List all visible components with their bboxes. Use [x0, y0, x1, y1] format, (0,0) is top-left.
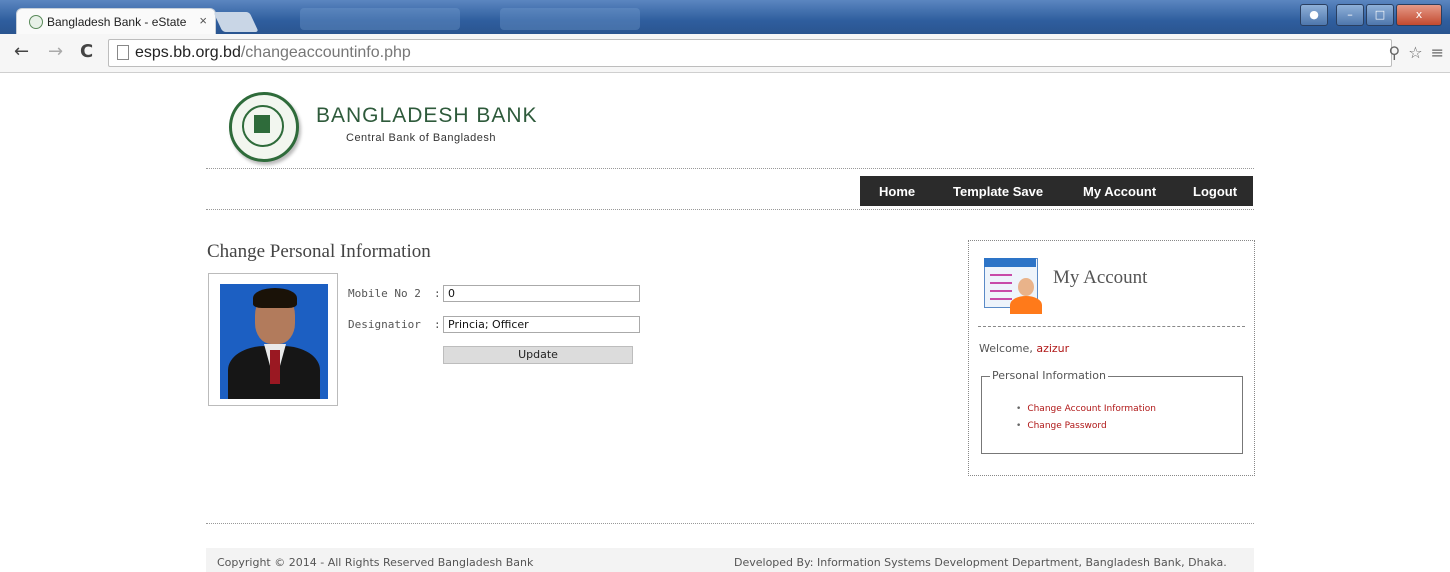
main-navigation: Home Template Save My Account Logout — [860, 176, 1253, 206]
change-password-link[interactable]: • Change Password — [1016, 421, 1107, 431]
minimize-button[interactable]: – — [1336, 4, 1364, 26]
nav-template-save[interactable]: Template Save — [953, 184, 1043, 199]
mobile-input[interactable] — [443, 285, 640, 302]
address-bar[interactable]: esps.bb.org.bd/changeaccountinfo.php — [108, 39, 1392, 67]
designation-input[interactable] — [443, 316, 640, 333]
tab-title: Bangladesh Bank - eState — [47, 15, 187, 29]
bank-favicon-icon — [29, 15, 43, 29]
bank-tagline: Central Bank of Bangladesh — [346, 132, 496, 144]
user-profile-icon[interactable]: ● — [1300, 4, 1328, 26]
window-controls: ● – □ x — [1300, 4, 1442, 26]
title-bar-decoration — [500, 8, 640, 30]
reload-icon[interactable]: C — [80, 42, 93, 62]
account-card-icon — [984, 258, 1042, 314]
bank-logo-icon[interactable] — [229, 92, 299, 162]
personal-info-legend: Personal Information — [990, 369, 1108, 382]
new-tab-button[interactable] — [213, 12, 259, 32]
tab-close-icon[interactable]: × — [199, 13, 207, 28]
mobile-colon: : — [434, 287, 441, 300]
copyright-text: Copyright © 2014 - All Rights Reserved B… — [217, 556, 534, 569]
nav-my-account[interactable]: My Account — [1083, 184, 1156, 199]
bookmark-star-icon[interactable]: ☆ — [1408, 43, 1422, 62]
back-arrow-icon[interactable]: ← — [14, 42, 29, 62]
change-account-info-link[interactable]: • Change Account Information — [1016, 404, 1156, 414]
developed-by-text: Developed By: Information Systems Develo… — [734, 556, 1227, 569]
sidebar-title: My Account — [1053, 267, 1148, 288]
maximize-button[interactable]: □ — [1366, 4, 1394, 26]
footer-divider — [206, 523, 1254, 524]
forward-arrow-icon[interactable]: → — [48, 42, 63, 62]
page-title: Change Personal Information — [207, 241, 431, 262]
url-text[interactable]: esps.bb.org.bd/changeaccountinfo.php — [135, 44, 411, 62]
nav-divider — [206, 209, 1254, 210]
designation-label: Designatior — [348, 318, 421, 331]
toolbar-icons: ⚲ ☆ ≡ — [1389, 43, 1444, 62]
designation-colon: : — [434, 318, 441, 331]
nav-home[interactable]: Home — [879, 184, 915, 199]
browser-title-bar: Bangladesh Bank - eState × ● – □ x — [0, 0, 1450, 35]
browser-tab[interactable]: Bangladesh Bank - eState × — [16, 8, 216, 35]
username: azizur — [1036, 342, 1070, 355]
sidebar-divider — [978, 326, 1245, 327]
zoom-icon[interactable]: ⚲ — [1389, 43, 1401, 62]
bank-name: BANGLADESH BANK — [316, 104, 538, 127]
page-icon — [117, 45, 129, 60]
mobile-label: Mobile No 2 — [348, 287, 421, 300]
title-bar-decoration — [300, 8, 460, 30]
header-divider — [206, 168, 1254, 169]
welcome-text: Welcome, azizur — [979, 342, 1070, 355]
nav-logout[interactable]: Logout — [1193, 184, 1237, 199]
profile-photo — [208, 273, 338, 406]
personal-info-fieldset — [981, 376, 1243, 454]
update-button[interactable]: Update — [443, 346, 633, 364]
close-window-button[interactable]: x — [1396, 4, 1442, 26]
menu-icon[interactable]: ≡ — [1431, 43, 1444, 62]
browser-toolbar: ← → C esps.bb.org.bd/changeaccountinfo.p… — [0, 34, 1450, 73]
